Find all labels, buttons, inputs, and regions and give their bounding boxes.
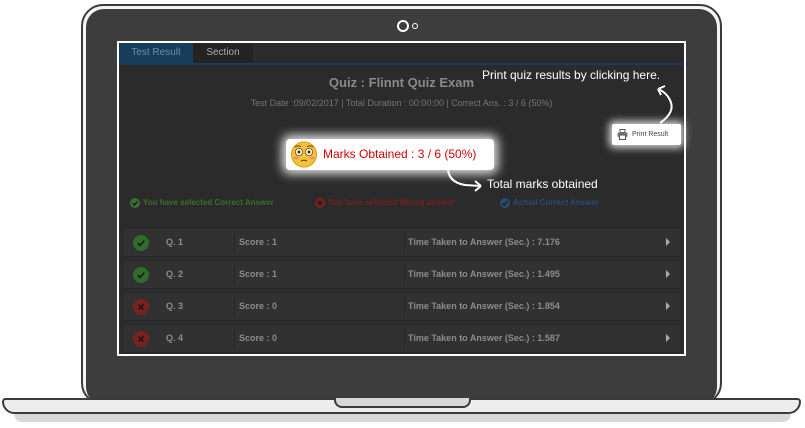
question-number: Q. 1 [166, 237, 184, 247]
legend-correct: You have selected Correct Answer [130, 197, 274, 209]
cross-circle-icon [133, 331, 149, 347]
quiz-result-page: Test Result Section Quiz : Flinnt Quiz E… [119, 43, 684, 354]
legend-wrong: You have selected Wrong answer [315, 197, 454, 209]
chevron-right-icon[interactable] [666, 270, 670, 278]
row-divider [234, 296, 235, 317]
sensor-icon [412, 23, 418, 29]
row-divider [234, 232, 235, 253]
question-number: Q. 4 [166, 333, 184, 343]
row-divider [234, 264, 235, 285]
question-score: Score : 1 [239, 269, 278, 279]
laptop-screen: Test Result Section Quiz : Flinnt Quiz E… [117, 41, 686, 356]
row-divider [404, 232, 405, 253]
question-time: Time Taken to Answer (Sec.) : 1.587 [408, 333, 560, 343]
check-circle-icon [133, 235, 149, 251]
legend-actual: Actual Correct Answer [500, 197, 599, 209]
chevron-right-icon[interactable] [666, 302, 670, 310]
question-time: Time Taken to Answer (Sec.) : 1.495 [408, 269, 560, 279]
check-circle-icon [500, 197, 510, 208]
question-score: Score : 0 [239, 301, 278, 311]
legend-wrong-label: You have selected Wrong answer [328, 198, 455, 207]
quiz-meta: Test Date :09/02/2017 | Total Duration :… [250, 98, 553, 108]
question-row[interactable]: Q. 4 Score : 0 Time Taken to Answer (Sec… [124, 325, 680, 353]
question-time: Time Taken to Answer (Sec.) : 7.176 [408, 237, 560, 247]
legend-actual-label: Actual Correct Answer [513, 198, 599, 207]
curved-arrow-icon [657, 85, 673, 124]
row-divider [404, 296, 405, 317]
legend-correct-label: You have selected Correct Answer [143, 198, 274, 207]
row-divider [404, 328, 405, 349]
curved-arrow-icon [446, 165, 482, 192]
tab-section[interactable]: Section [193, 43, 253, 63]
cross-circle-icon [315, 197, 325, 208]
question-score: Score : 1 [239, 237, 278, 247]
question-row[interactable]: Q. 2 Score : 1 Time Taken to Answer (Sec… [124, 261, 680, 289]
question-number: Q. 2 [166, 269, 184, 279]
camera-icon [397, 20, 409, 32]
print-callout-text: Print quiz results by clicking here. [482, 68, 661, 82]
print-result-label: Print Result [632, 131, 669, 138]
chevron-right-icon[interactable] [666, 238, 670, 246]
laptop-base-shadow [14, 414, 791, 422]
check-circle-icon [130, 197, 140, 208]
row-divider [404, 264, 405, 285]
row-divider [234, 328, 235, 349]
marks-callout-text: Total marks obtained [487, 177, 598, 191]
question-row[interactable]: Q. 3 Score : 0 Time Taken to Answer (Sec… [124, 293, 680, 321]
cross-circle-icon [133, 299, 149, 315]
marks-obtained-text: Marks Obtained : 3 / 6 (50%) [323, 147, 477, 161]
printer-icon [617, 129, 628, 140]
question-number: Q. 3 [166, 301, 184, 311]
check-circle-icon [133, 267, 149, 283]
tab-bar: Test Result Section [119, 43, 684, 65]
print-result-button[interactable]: Print Result [612, 124, 681, 145]
question-score: Score : 0 [239, 333, 278, 343]
chevron-right-icon[interactable] [666, 334, 670, 342]
question-time: Time Taken to Answer (Sec.) : 1.854 [408, 301, 560, 311]
flushed-face-emoji-icon [291, 141, 317, 168]
question-row[interactable]: Q. 1 Score : 1 Time Taken to Answer (Sec… [124, 229, 680, 257]
tab-test-result[interactable]: Test Result [119, 43, 193, 63]
laptop-base-notch [334, 398, 471, 408]
